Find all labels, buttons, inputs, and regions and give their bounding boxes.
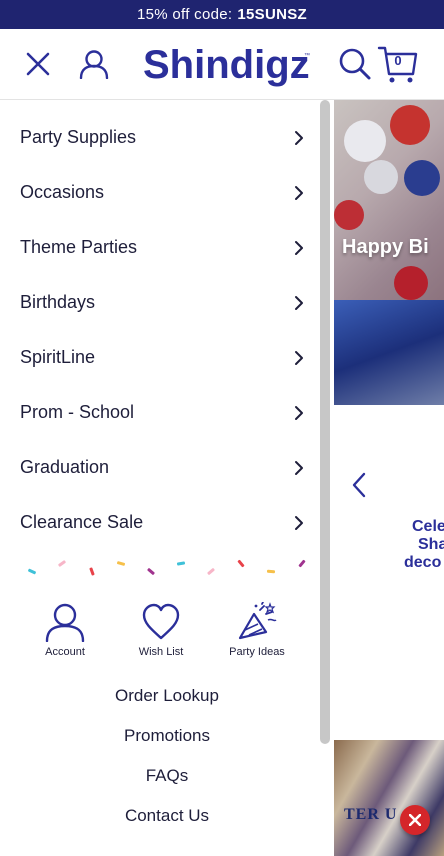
chevron-left-icon [352,472,366,498]
chevron-right-icon [295,130,303,145]
side-menu: Party Supplies Occasions Theme Parties B… [0,100,334,856]
close-menu-button[interactable] [20,46,56,82]
menu-scrollbar[interactable] [320,100,330,744]
contact-us-link[interactable]: Contact Us [0,796,334,836]
menu-item-label: SpiritLine [20,347,96,367]
faqs-link[interactable]: FAQs [0,756,334,796]
menu-category-list: Party Supplies Occasions Theme Parties B… [0,110,334,550]
background-page: Happy Bi Cele Sha deco TER U [334,100,444,856]
menu-item-label: Birthdays [20,292,96,312]
chevron-right-icon [295,405,303,420]
account-button[interactable] [76,46,112,82]
utility-links: Order Lookup Promotions FAQs Contact Us [0,676,334,836]
menu-item-prom-school[interactable]: Prom - School [0,385,320,440]
account-icon [45,603,85,642]
search-button[interactable] [336,45,374,83]
menu-item-birthdays[interactable]: Birthdays [0,275,320,330]
menu-item-clearance-sale[interactable]: Clearance Sale [0,495,320,550]
promo-banner[interactable]: 15% off code: 15SUNSZ [0,0,444,29]
quick-links: Account Wish List Party Ideas [0,602,322,658]
promo-code: 15SUNSZ [237,6,307,23]
quick-link-party-ideas[interactable]: Party Ideas [212,602,302,658]
slider-prev-button[interactable] [352,472,366,505]
cart-button[interactable]: 0 [377,44,419,84]
menu-item-label: Occasions [20,182,105,202]
svg-text:Shindigz: Shindigz [143,43,310,87]
close-icon [26,52,50,76]
promo-text: 15% off code: [137,6,233,23]
menu-item-label: Clearance Sale [20,512,144,532]
close-popup-button[interactable] [400,805,430,835]
product-photo[interactable] [334,740,444,856]
heart-icon [142,603,180,640]
chevron-right-icon [295,460,303,475]
site-header: Shindigz ™ 0 [0,29,444,100]
quick-link-wish-list[interactable]: Wish List [116,602,206,658]
close-icon [409,814,421,826]
order-lookup-link[interactable]: Order Lookup [0,676,334,716]
quick-link-label: Account [45,646,85,658]
menu-item-label: Theme Parties [20,237,138,257]
chevron-right-icon [295,240,303,255]
menu-item-label: Graduation [20,457,110,477]
menu-item-graduation[interactable]: Graduation [0,440,320,495]
chevron-right-icon [295,185,303,200]
promotions-link[interactable]: Promotions [0,716,334,756]
search-icon [339,48,371,80]
account-icon [79,50,109,79]
slide-caption: Cele Sha deco [404,518,444,571]
confetti-divider [0,558,334,598]
menu-item-theme-parties[interactable]: Theme Parties [0,220,320,275]
menu-item-occasions[interactable]: Occasions [0,165,320,220]
chevron-right-icon [295,295,303,310]
shindigz-logo[interactable]: Shindigz ™ [143,41,313,89]
quick-link-label: Party Ideas [229,646,285,658]
menu-item-spiritline[interactable]: SpiritLine [0,330,320,385]
menu-item-label: Party Supplies [20,127,137,147]
hero-headline: Happy Bi [342,236,429,258]
cart-count-badge: 0 [394,53,402,68]
quick-link-label: Wish List [138,646,184,658]
photo-overlay-text: TER U [344,806,398,823]
svg-text:™: ™ [304,52,310,59]
chevron-right-icon [295,515,303,530]
chevron-right-icon [295,350,303,365]
quick-link-account[interactable]: Account [20,602,110,658]
party-hat-icon [238,602,277,640]
menu-item-party-supplies[interactable]: Party Supplies [0,110,320,165]
hero-banner[interactable]: Happy Bi [334,100,444,405]
menu-item-label: Prom - School [20,402,135,422]
